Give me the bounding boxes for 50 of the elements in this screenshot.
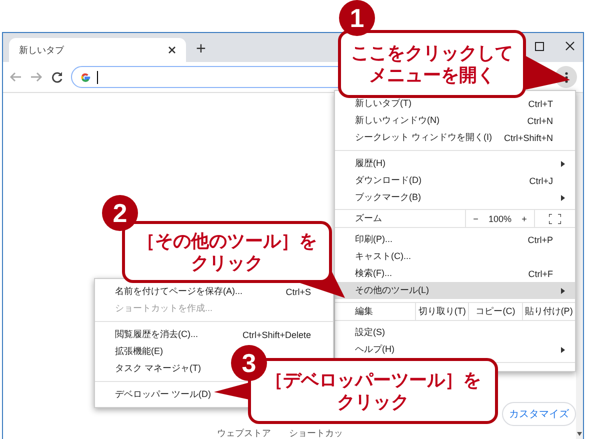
callout-text: ［デベロッパーツール］を bbox=[265, 369, 481, 391]
text-cursor bbox=[97, 70, 98, 84]
browser-tab[interactable]: 新しいタブ bbox=[9, 38, 186, 62]
shortcut-label: Ctrl+Shift+Delete bbox=[242, 330, 311, 340]
google-g-icon bbox=[80, 72, 91, 82]
menu-item[interactable]: 閲覧履歴を消去(C)... Ctrl+Shift+Delete bbox=[95, 326, 333, 343]
zoom-in-button[interactable]: + bbox=[518, 214, 531, 224]
callout-text: メニューを開く bbox=[369, 64, 495, 86]
shortcut-label: Ctrl+Shift+N bbox=[504, 132, 553, 142]
callout-text: クリック bbox=[191, 252, 263, 274]
menu-item[interactable]: ブックマーク(B) bbox=[335, 189, 575, 206]
menu-item[interactable]: ヘルプ(H) bbox=[335, 341, 575, 358]
shortcut-label: Ctrl+P bbox=[528, 234, 553, 244]
menu-item[interactable]: キャスト(C)... bbox=[335, 248, 575, 265]
new-tab-button[interactable]: + bbox=[196, 39, 206, 59]
shortcut-tile-label[interactable]: ウェブストア bbox=[217, 427, 271, 439]
scroll-down-icon[interactable] bbox=[577, 432, 582, 436]
fullscreen-icon[interactable] bbox=[549, 214, 561, 224]
menu-item[interactable]: 新しいタブ(T) Ctrl+T bbox=[335, 95, 575, 112]
callout-text: クリック bbox=[337, 391, 409, 413]
menu-item[interactable]: シークレット ウィンドウを開く(I) Ctrl+Shift+N bbox=[335, 129, 575, 146]
cut-button[interactable]: 切り取り(T) bbox=[415, 303, 468, 320]
menu-item[interactable]: ダウンロード(D) Ctrl+J bbox=[335, 172, 575, 189]
shortcut-label: Ctrl+F bbox=[528, 268, 553, 278]
menu-item[interactable]: 印刷(P)... Ctrl+P bbox=[335, 231, 575, 248]
callout-text: ［その他のツール］を bbox=[137, 230, 317, 252]
shortcut-label: Ctrl+T bbox=[528, 98, 553, 108]
shortcut-label: Ctrl+N bbox=[527, 116, 553, 126]
zoom-level: 100% bbox=[488, 214, 512, 224]
menu-item[interactable]: 設定(S) bbox=[335, 324, 575, 341]
shortcut-tile-label[interactable]: ショートカッ bbox=[289, 427, 343, 439]
tab-title: 新しいタブ bbox=[19, 44, 64, 56]
customize-button[interactable]: カスタマイズ bbox=[502, 402, 576, 426]
zoom-label: ズーム bbox=[354, 212, 383, 225]
paste-button[interactable]: 貼り付け(P) bbox=[522, 303, 575, 320]
reload-icon[interactable] bbox=[51, 71, 63, 83]
close-tab-icon[interactable] bbox=[168, 46, 176, 54]
menu-item[interactable]: 検索(F)... Ctrl+F bbox=[335, 265, 575, 282]
step-number-badge: 1 bbox=[339, 0, 375, 36]
copy-button[interactable]: コピー(C) bbox=[468, 303, 522, 320]
shortcut-label: Ctrl+J bbox=[529, 176, 553, 186]
menu-item[interactable]: その他のツール(L) bbox=[335, 282, 575, 299]
callout-text: ここをクリックして bbox=[351, 42, 513, 64]
menu-item[interactable]: 履歴(H) bbox=[335, 155, 575, 172]
zoom-out-button[interactable]: − bbox=[469, 214, 482, 224]
scrollbar[interactable] bbox=[576, 93, 583, 439]
menu-item[interactable]: 新しいウィンドウ(N) Ctrl+N bbox=[335, 112, 575, 129]
shortcut-label: Ctrl+S bbox=[286, 286, 311, 296]
step-number-badge: 2 bbox=[102, 195, 138, 231]
edit-label: 編集 bbox=[354, 305, 374, 318]
